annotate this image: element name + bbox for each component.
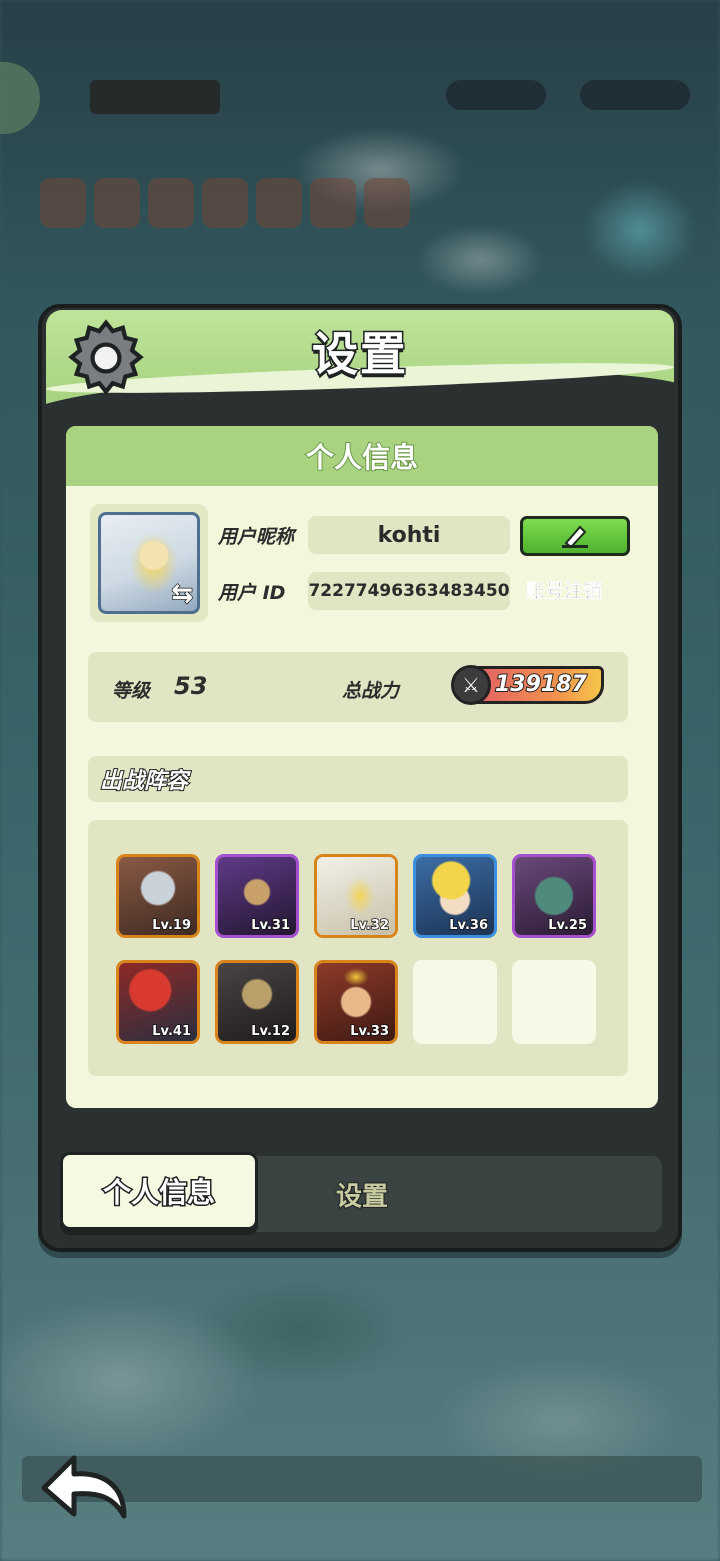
hero-slot-7[interactable]: Lv.12 [215, 960, 299, 1044]
tab-settings[interactable]: 设置 [335, 1176, 389, 1213]
avatar-frame[interactable]: ⇆ [90, 504, 208, 622]
hero-level: Lv.12 [251, 1023, 291, 1040]
edit-icon [562, 525, 588, 549]
empty-hero-slot[interactable] [413, 960, 497, 1044]
card-header: 个人信息 [66, 426, 658, 486]
hero-slot-1[interactable]: Lv.19 [116, 854, 200, 938]
hero-slot-3[interactable]: Lv.32 [314, 854, 398, 938]
tab-personal-info[interactable]: 个人信息 [60, 1152, 258, 1230]
level-label: 等级 [112, 680, 151, 702]
sword-icon: ⚔ [451, 665, 491, 705]
power-label: 总战力 [342, 680, 400, 702]
hero-slot-4[interactable]: Lv.36 [413, 854, 497, 938]
lineup-title: 出战阵容 [99, 768, 189, 795]
lineup-header: 出战阵容 [88, 756, 628, 802]
hero-level: Lv.19 [152, 917, 192, 934]
user-id-label: 用户 ID [218, 582, 286, 604]
hero-level: Lv.41 [152, 1023, 192, 1040]
hero-slot-5[interactable]: Lv.25 [512, 854, 596, 938]
level-value: 53 [174, 672, 208, 700]
power-value: 139187 [494, 671, 588, 698]
hero-level: Lv.36 [449, 917, 489, 934]
hero-level: Lv.31 [251, 917, 291, 934]
empty-hero-slot[interactable] [512, 960, 596, 1044]
lineup-grid: Lv.19 Lv.31 Lv.32 Lv.36 Lv.25 Lv.41 Lv.1… [88, 820, 628, 1076]
tab-label: 个人信息 [101, 1175, 216, 1211]
hero-level: Lv.33 [350, 1023, 390, 1040]
avatar[interactable]: ⇆ [98, 512, 200, 614]
hero-slot-2[interactable]: Lv.31 [215, 854, 299, 938]
profile-card: 个人信息 ⇆ 用户昵称 kohti 用户 ID 7227749636348345… [66, 426, 658, 1108]
hero-level: Lv.25 [548, 917, 588, 934]
swap-icon[interactable]: ⇆ [170, 578, 193, 610]
account-logout-link[interactable]: 账号注销 [526, 576, 603, 603]
hero-slot-6[interactable]: Lv.41 [116, 960, 200, 1044]
hero-level: Lv.32 [350, 917, 390, 934]
power-badge: ⚔ 139187 [451, 665, 604, 705]
bottom-tab-bar: 个人信息 设置 [60, 1152, 662, 1232]
hero-slot-8[interactable]: Lv.33 [314, 960, 398, 1044]
user-id-field: 72277496363483450 [308, 572, 510, 610]
settings-panel: 设置 个人信息 ⇆ 用户昵称 kohti 用户 ID 7227749636348… [38, 304, 682, 1252]
panel-title: 设置 [311, 326, 408, 383]
stats-bar: 等级 53 总战力 ⚔ 139187 [88, 652, 628, 722]
nickname-field: kohti [308, 516, 510, 554]
edit-nickname-button[interactable] [520, 516, 630, 556]
back-arrow-icon[interactable] [38, 1452, 130, 1522]
nickname-label: 用户昵称 [218, 526, 295, 548]
card-title: 个人信息 [305, 440, 419, 475]
